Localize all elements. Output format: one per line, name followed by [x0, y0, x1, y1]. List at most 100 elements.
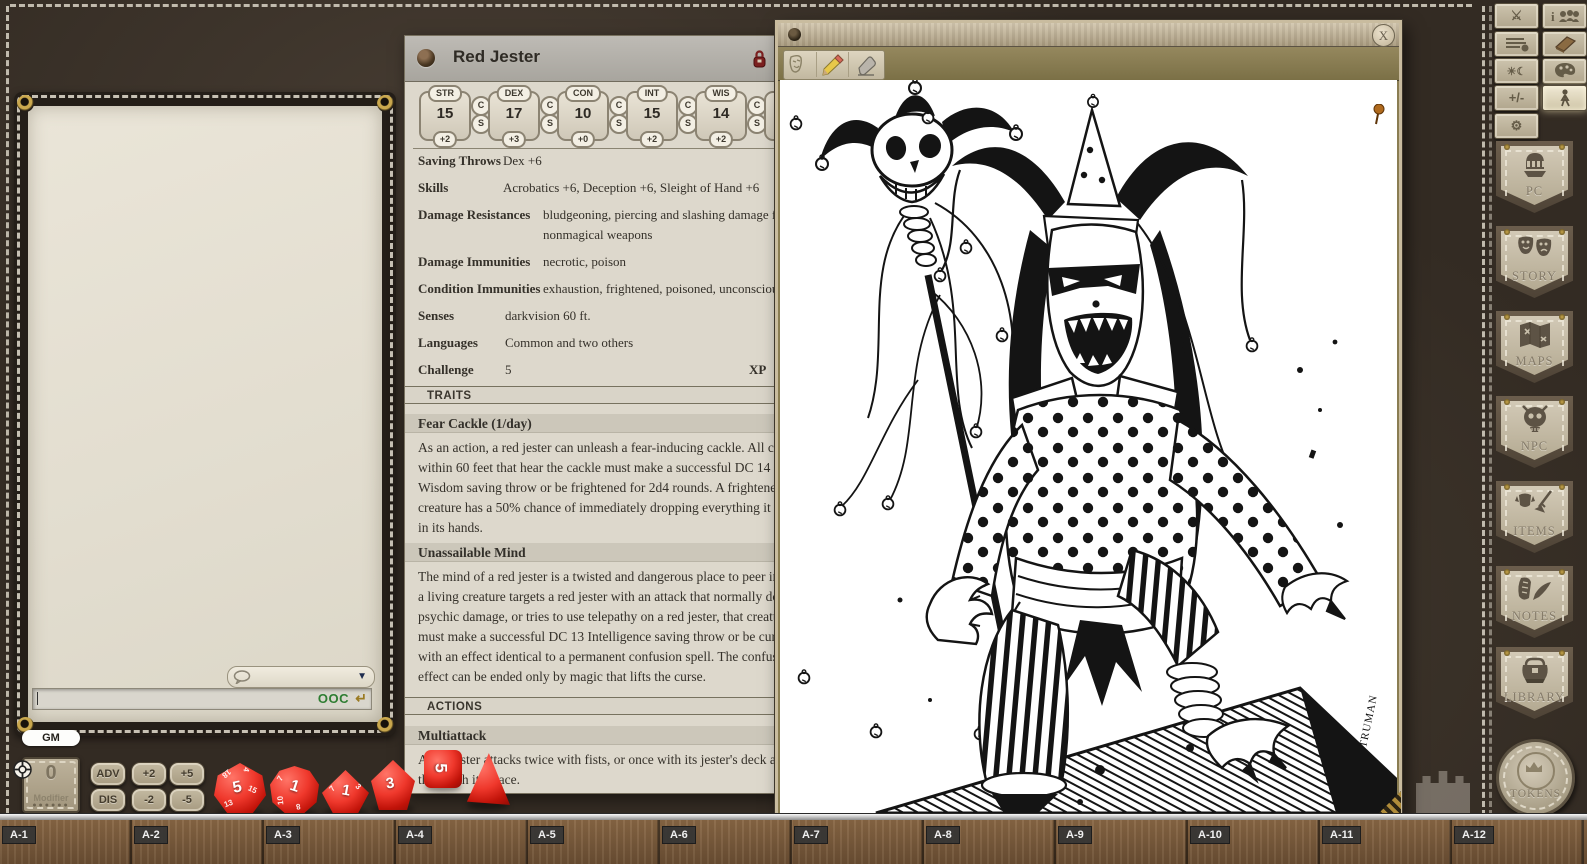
minus2-button[interactable]: -2 — [131, 788, 167, 812]
sidebar-party-button[interactable]: i — [1542, 3, 1587, 29]
stat-value[interactable]: exhaustion, frightened, poisoned, uncons… — [543, 281, 783, 296]
ability-score: 14 — [697, 105, 745, 122]
targeting-crosshair-icon[interactable] — [13, 760, 32, 779]
image-window-titlebar[interactable]: X — [778, 23, 1399, 47]
sidebar-colors-button[interactable] — [1542, 58, 1587, 84]
plus5-button[interactable]: +5 — [169, 762, 205, 786]
window-menu-knob[interactable] — [788, 28, 801, 41]
sidebar-item-label: LIBRARY — [1496, 690, 1573, 705]
gm-identity-label[interactable]: GM — [22, 730, 80, 746]
sidebar-item-tokens[interactable]: TOKENS — [1496, 739, 1575, 817]
sidebar-item-story[interactable]: STORY — [1496, 226, 1573, 298]
ability-mod[interactable]: +0 — [571, 131, 595, 148]
person-icon — [1558, 89, 1572, 107]
stat-label: Languages — [418, 335, 505, 351]
stat-label: Challenge — [418, 362, 505, 378]
hotkey-tab[interactable]: A-9 — [1058, 826, 1092, 844]
stat-value[interactable]: 5 — [505, 362, 512, 377]
ability-name: DEX — [497, 85, 532, 102]
sidebar-lighting-button[interactable]: ☀☾ — [1494, 58, 1539, 84]
stat-value[interactable]: darkvision 60 ft. — [505, 308, 591, 323]
stat-value[interactable]: Common and two others — [505, 335, 633, 350]
window-menu-knob[interactable] — [417, 49, 435, 67]
text-cursor — [37, 692, 38, 705]
hotkey-tab[interactable]: A-2 — [134, 826, 168, 844]
ability-box-int[interactable]: INT 15 +2 — [626, 91, 678, 141]
stat-row: SkillsAcrobatics +6, Deception +6, Sleig… — [418, 180, 759, 196]
ability-box-dex[interactable]: DEX 17 +3 — [488, 91, 540, 141]
section-header-traits[interactable]: TRAITS — [405, 386, 825, 404]
sidebar-modules-button[interactable] — [1542, 31, 1587, 57]
hotkey-tab[interactable]: A-11 — [1322, 826, 1361, 844]
mask-tool-button[interactable] — [785, 52, 817, 77]
minus5-button[interactable]: -5 — [169, 788, 205, 812]
sidebar-item-label: ITEMS — [1496, 524, 1573, 539]
ability-mod[interactable]: +2 — [709, 131, 733, 148]
pencil-icon — [819, 53, 845, 77]
trait-name[interactable]: Fear Cackle (1/day) — [405, 414, 825, 433]
ability-mod[interactable]: +2 — [640, 131, 664, 148]
sidebar-item-notes[interactable]: NOTES — [1496, 566, 1573, 638]
speech-bubble-icon — [233, 670, 251, 684]
plus2-button[interactable]: +2 — [131, 762, 167, 786]
hotkey-tab[interactable]: A-10 — [1190, 826, 1230, 844]
sidebar-modifiers-button[interactable]: +/- — [1494, 85, 1539, 111]
sidebar-settings-button[interactable]: ⚙ — [1494, 113, 1539, 139]
d10-die[interactable]: 1 7 3 — [322, 770, 369, 814]
action-name[interactable]: Multiattack — [405, 726, 825, 745]
map-icon — [1517, 319, 1553, 351]
hotkey-tab[interactable]: A-6 — [662, 826, 696, 844]
sidebar-item-label: NOTES — [1496, 609, 1573, 624]
stat-value[interactable]: bludgeoning, piercing and slashing damag… — [543, 207, 797, 222]
stat-value[interactable]: Dex +6 — [503, 153, 542, 168]
enter-arrow-icon: ↵ — [355, 690, 367, 707]
ability-mod[interactable]: +2 — [433, 131, 457, 148]
sidebar-item-library[interactable]: LIBRARY — [1496, 647, 1573, 719]
erase-tool-button[interactable] — [850, 52, 881, 77]
hotkey-tab[interactable]: A-3 — [266, 826, 300, 844]
sidebar-item-npc[interactable]: NPC — [1496, 396, 1573, 468]
sidebar-effects-button[interactable] — [1494, 31, 1539, 57]
sidebar-item-label: NPC — [1496, 439, 1573, 454]
sidebar-item-maps[interactable]: MAPS — [1496, 311, 1573, 383]
d6-die[interactable]: 5 — [424, 750, 462, 788]
disadvantage-button[interactable]: DIS — [90, 788, 126, 812]
d12-die[interactable]: 1 7 10 8 — [270, 766, 319, 815]
ability-box-str[interactable]: STR 15 +2 — [419, 91, 471, 141]
trait-text: The mind of a red jester is a twisted an… — [418, 567, 806, 687]
trait-name[interactable]: Unassailable Mind — [405, 543, 825, 562]
d4-die[interactable] — [466, 752, 510, 806]
chat-input[interactable]: OOC ↵ — [32, 688, 372, 710]
chat-log[interactable] — [28, 106, 382, 722]
ability-box-con[interactable]: CON 10 +0 — [557, 91, 609, 141]
hotkey-tab[interactable]: A-12 — [1454, 826, 1494, 844]
hotkey-tab[interactable]: A-1 — [2, 826, 36, 844]
sidebar-options-button[interactable]: ⚔ — [1494, 3, 1539, 29]
hotkey-tab[interactable]: A-4 — [398, 826, 432, 844]
draw-tool-button[interactable] — [817, 52, 849, 77]
d20-die[interactable]: 5 18 15 13 4 — [214, 763, 266, 815]
d8-die[interactable]: 3 — [371, 760, 415, 810]
stat-value[interactable]: necrotic, poison — [543, 254, 626, 269]
hotkey-tab[interactable]: A-7 — [794, 826, 828, 844]
ability-mod[interactable]: +3 — [502, 131, 526, 148]
grommet — [377, 717, 394, 734]
advantage-button[interactable]: ADV — [90, 762, 126, 786]
close-button[interactable]: X — [1372, 24, 1395, 47]
section-header-actions[interactable]: ACTIONS — [405, 697, 825, 715]
chat-mode-dropdown[interactable]: ▼ — [227, 666, 375, 688]
stat-label: Saving Throws — [418, 153, 503, 169]
lock-icon[interactable] — [752, 49, 767, 69]
hotkey-tab[interactable]: A-8 — [926, 826, 960, 844]
stat-value[interactable]: nonmagical weapons — [543, 227, 652, 242]
sidebar-item-pc[interactable]: PC — [1496, 141, 1573, 213]
stat-value[interactable]: Acrobatics +6, Deception +6, Sleight of … — [503, 180, 759, 195]
dice-tower[interactable] — [1416, 768, 1470, 818]
image-viewport[interactable]: TRUMAN — [780, 80, 1397, 813]
pin-icon[interactable] — [1371, 104, 1385, 126]
sidebar-characters-button[interactable] — [1542, 85, 1587, 111]
sidebar-item-items[interactable]: ITEMS — [1496, 481, 1573, 553]
ability-box-wis[interactable]: WIS 14 +2 — [695, 91, 747, 141]
hotkey-tab[interactable]: A-5 — [530, 826, 564, 844]
party-info-icon: i — [1551, 8, 1579, 24]
